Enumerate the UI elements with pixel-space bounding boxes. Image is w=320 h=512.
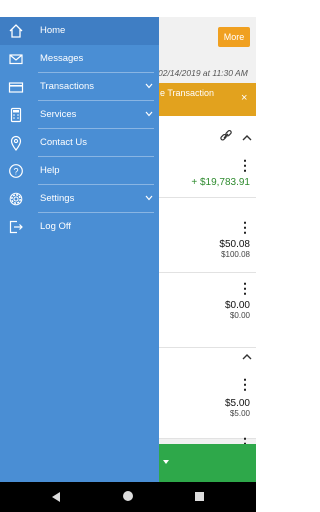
- banner-text: e Transaction: [160, 88, 215, 98]
- nav-item-transactions[interactable]: Transactions: [0, 73, 159, 101]
- account-balance: $50.08: [219, 239, 250, 250]
- nav-item-label: Services: [40, 109, 77, 120]
- envelope-icon: [9, 54, 23, 65]
- logout-icon: [9, 220, 23, 234]
- nav-item-label: Messages: [40, 53, 84, 64]
- account-available: $100.08: [221, 250, 250, 259]
- recent-apps-icon[interactable]: [195, 492, 204, 501]
- more-button[interactable]: More: [218, 27, 250, 47]
- gear-icon: [9, 192, 23, 206]
- nav-item-settings[interactable]: Settings: [0, 185, 159, 213]
- account-balance: $5.00: [224, 398, 250, 409]
- chevron-down-icon[interactable]: [145, 83, 153, 89]
- nav-item-label: Home: [40, 25, 66, 36]
- home-button-icon[interactable]: [123, 491, 133, 501]
- chevron-down-icon[interactable]: [145, 195, 153, 201]
- account-available: $0.00: [229, 311, 250, 320]
- last-login-timestamp: 02/14/2019 at 11:30 AM: [158, 68, 248, 78]
- nav-item-contact-us[interactable]: Contact Us: [0, 129, 159, 157]
- nav-item-label: Help: [40, 165, 60, 176]
- nav-item-label: Log Off: [40, 221, 71, 232]
- banner-close-icon[interactable]: ×: [241, 92, 247, 104]
- nav-item-label: Contact Us: [40, 137, 87, 148]
- kebab-menu-icon[interactable]: ⋮: [238, 158, 252, 172]
- account-available: $5.00: [229, 409, 250, 418]
- green-action-bar[interactable]: [159, 444, 256, 482]
- calculator-icon: [10, 107, 22, 123]
- navigation-drawer: Home Messages Transactions Services Cont…: [0, 17, 159, 482]
- chevron-down-icon[interactable]: [145, 111, 153, 117]
- help-icon: ?: [9, 164, 23, 178]
- chevron-up-icon[interactable]: [242, 134, 252, 141]
- system-navigation-bar: [0, 482, 256, 512]
- nav-item-log-off[interactable]: Log Off: [0, 213, 159, 241]
- kebab-menu-icon[interactable]: ⋮: [238, 377, 252, 391]
- location-pin-icon: [10, 135, 22, 151]
- svg-text:?: ?: [13, 166, 18, 176]
- account-balance: $0.00: [224, 300, 250, 311]
- nav-item-label: Transactions: [40, 81, 95, 92]
- credit-card-icon: [8, 82, 24, 93]
- link-icon[interactable]: [219, 129, 233, 143]
- nav-item-messages[interactable]: Messages: [0, 45, 159, 73]
- status-bar: [0, 0, 256, 17]
- kebab-menu-icon[interactable]: ⋮: [238, 220, 252, 234]
- account-balance: + $19,783.91: [191, 177, 250, 188]
- nav-item-services[interactable]: Services: [0, 101, 159, 129]
- nav-item-help[interactable]: ? Help: [0, 157, 159, 185]
- caret-down-icon: [163, 460, 169, 464]
- chevron-up-icon[interactable]: [242, 353, 252, 360]
- back-icon[interactable]: [52, 492, 60, 502]
- nav-item-home[interactable]: Home: [0, 17, 159, 45]
- nav-item-label: Settings: [40, 193, 75, 204]
- kebab-menu-icon[interactable]: ⋮: [238, 281, 252, 295]
- home-icon: [9, 24, 23, 38]
